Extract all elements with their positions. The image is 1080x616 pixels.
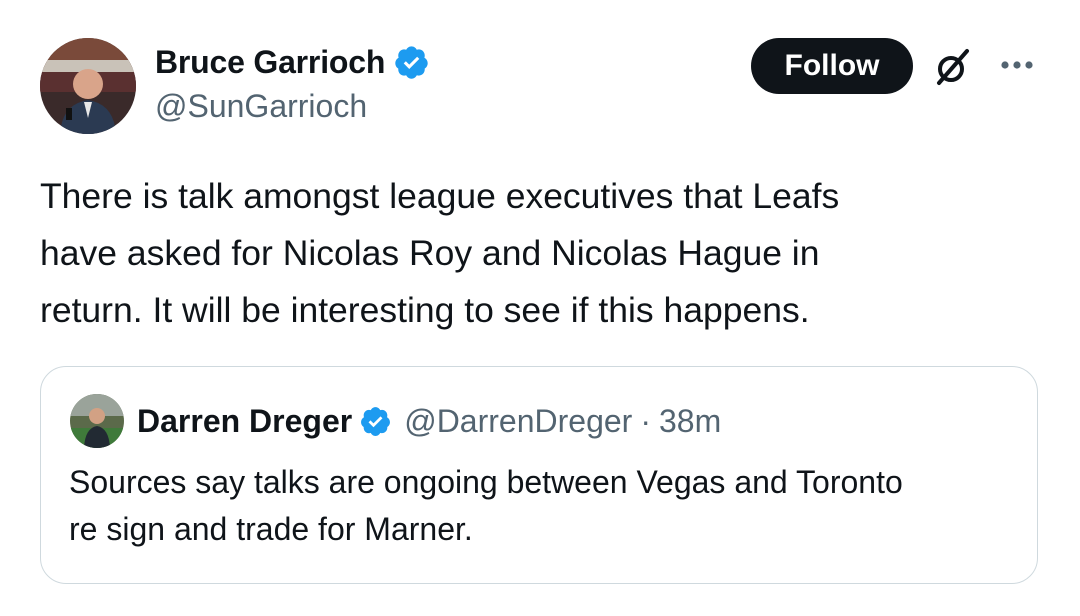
quoted-header: Darren Dreger @DarrenDreger · 38m — [137, 401, 721, 441]
tweet-text: There is talk amongst league executives … — [40, 176, 840, 330]
quoted-handle[interactable]: @DarrenDreger — [404, 403, 632, 440]
quoted-tweet-card[interactable]: Darren Dreger @DarrenDreger · 38m Source… — [40, 366, 1038, 584]
grok-icon[interactable] — [931, 45, 975, 89]
author-display-name[interactable]: Bruce Garrioch — [155, 44, 385, 81]
quoted-display-name[interactable]: Darren Dreger — [137, 403, 352, 440]
quoted-separator: · — [640, 402, 651, 439]
author-avatar[interactable] — [40, 38, 136, 134]
author-name-row: Bruce Garrioch — [155, 40, 430, 84]
author-handle[interactable]: @SunGarrioch — [155, 88, 367, 125]
quoted-author-avatar[interactable] — [70, 394, 124, 448]
quoted-timestamp[interactable]: 38m — [659, 403, 721, 440]
quoted-verified-badge-icon — [359, 405, 392, 438]
more-options-icon[interactable] — [997, 53, 1037, 77]
follow-button[interactable]: Follow — [751, 38, 913, 94]
quoted-tweet-text: Sources say talks are ongoing between Ve… — [69, 464, 903, 547]
verified-badge-icon — [393, 44, 430, 81]
